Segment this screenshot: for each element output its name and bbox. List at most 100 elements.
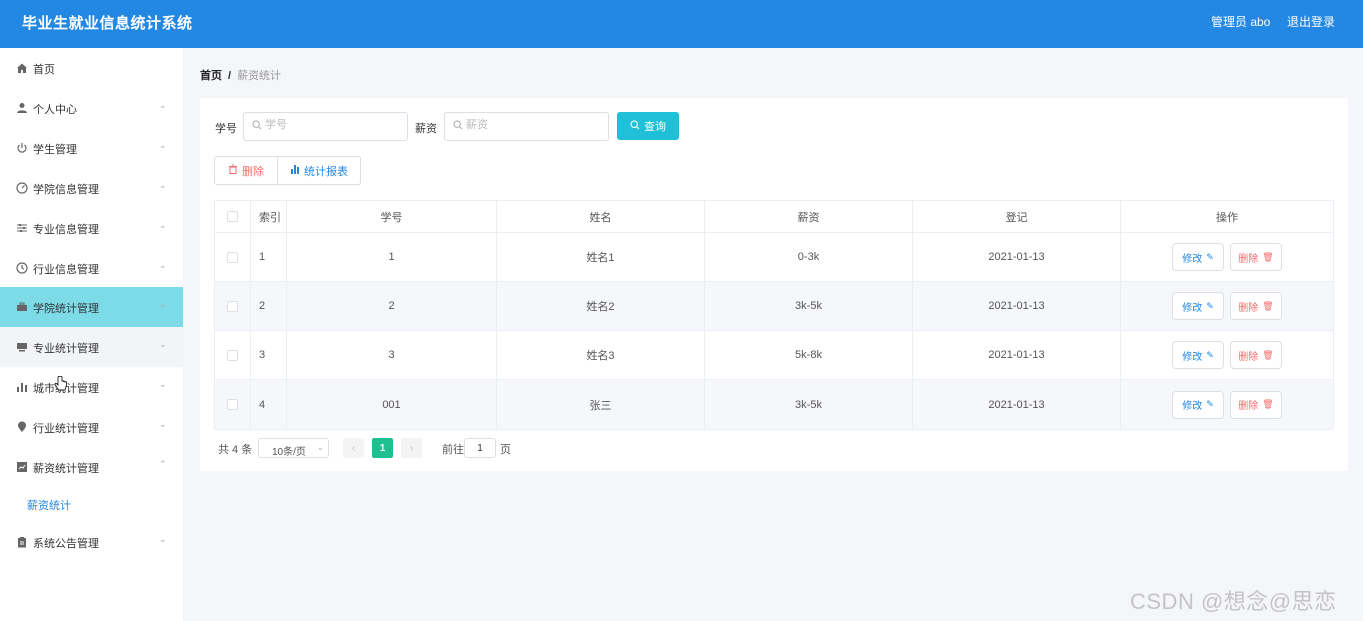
cell-salary: 5k-8k — [705, 331, 913, 379]
sidebar: 首页 个人中心 ⌄ 学生管理 ⌄ 学院信息管理 ⌄ 专业信息管理 ⌄ 行业信息管… — [0, 48, 183, 621]
cell-actions: 修改 ✎ 删除 🗑 — [1121, 233, 1333, 281]
watermark: CSDN @想念@思恋 — [1130, 589, 1337, 614]
sidebar-item-industry-stats[interactable]: 行业统计管理 ⌄ — [0, 407, 183, 447]
student-id-input[interactable] — [265, 119, 395, 131]
row-checkbox[interactable] — [227, 399, 238, 410]
bar-chart-icon — [15, 380, 29, 394]
sidebar-subitem-salary-stats[interactable]: 薪资统计 — [0, 487, 183, 521]
chevron-down-icon: ⌄ — [159, 534, 167, 544]
row-checkbox-cell — [215, 233, 251, 281]
header-salary: 薪资 — [705, 201, 913, 232]
edit-button[interactable]: 修改 ✎ — [1172, 341, 1224, 369]
page-size-select[interactable]: 10条/页 ⌄ — [258, 438, 329, 458]
delete-button[interactable]: 删除 🗑 — [1230, 390, 1282, 419]
clock-icon — [15, 261, 29, 275]
select-all-checkbox[interactable] — [227, 211, 238, 222]
next-page-button[interactable]: › — [401, 438, 422, 458]
delete-button[interactable]: 删除 🗑 — [1230, 243, 1282, 271]
edit-button[interactable]: 修改 ✎ — [1172, 243, 1224, 271]
trash-icon: 🗑 — [1262, 399, 1274, 409]
monitor-icon — [15, 340, 29, 354]
stats-report-button[interactable]: 统计报表 — [278, 156, 361, 185]
pagination-total: 共 4 条 — [218, 444, 253, 456]
sidebar-item-student-management[interactable]: 学生管理 ⌄ — [0, 128, 183, 168]
edit-label: 修改 — [1182, 302, 1203, 314]
sidebar-item-college-info[interactable]: 学院信息管理 ⌄ — [0, 168, 183, 208]
table-row: 4 001 张三 3k-5k 2021-01-13 修改 ✎ 删除 🗑 — [215, 380, 1333, 429]
home-icon — [15, 61, 29, 75]
student-id-field[interactable] — [243, 112, 408, 141]
edit-button[interactable]: 修改 ✎ — [1172, 292, 1224, 320]
chevron-down-icon: ⌄ — [159, 419, 167, 429]
cell-index: 2 — [251, 282, 287, 330]
delete-label: 删除 — [1238, 351, 1259, 363]
sidebar-item-city-stats[interactable]: 城市统计管理 ⌄ — [0, 367, 183, 407]
sidebar-item-label: 系统公告管理 — [33, 538, 99, 550]
student-id-label: 学号 — [215, 123, 237, 135]
chevron-down-icon: ⌄ — [159, 180, 167, 190]
sidebar-item-major-info[interactable]: 专业信息管理 ⌄ — [0, 208, 183, 248]
sidebar-subitem-label: 薪资统计 — [27, 500, 71, 512]
sidebar-item-label: 个人中心 — [33, 104, 77, 116]
page-number-current[interactable]: 1 — [372, 438, 393, 458]
sidebar-item-major-stats[interactable]: 专业统计管理 ⌄ — [0, 327, 183, 367]
clipboard-icon — [15, 535, 29, 549]
chevron-down-icon: ⌄ — [159, 299, 167, 309]
goto-page-input[interactable] — [464, 438, 496, 458]
header-index: 索引 — [251, 201, 287, 232]
sidebar-item-salary-stats[interactable]: 薪资统计管理 ⌃ — [0, 447, 183, 487]
salary-input[interactable] — [466, 119, 596, 131]
delete-button[interactable]: 删除 🗑 — [1230, 292, 1282, 320]
cell-index: 3 — [251, 331, 287, 379]
row-checkbox[interactable] — [227, 300, 238, 312]
sidebar-item-label: 学院统计管理 — [33, 303, 99, 315]
sidebar-item-college-stats[interactable]: 学院统计管理 ⌄ — [0, 287, 183, 327]
search-icon — [453, 120, 463, 133]
trash-icon — [228, 164, 238, 177]
sidebar-item-announcements[interactable]: 系统公告管理 ⌄ — [0, 522, 183, 562]
row-checkbox[interactable] — [227, 349, 238, 361]
header-checkbox-cell — [215, 201, 251, 232]
query-button[interactable]: 查询 — [617, 112, 679, 140]
row-checkbox[interactable] — [227, 251, 238, 263]
trend-chart-icon — [15, 460, 29, 474]
briefcase-icon — [15, 300, 29, 314]
sidebar-item-personal-center[interactable]: 个人中心 ⌄ — [0, 88, 183, 128]
breadcrumb-home[interactable]: 首页 — [200, 70, 222, 82]
header-date: 登记 — [913, 201, 1121, 232]
edit-button[interactable]: 修改 ✎ — [1172, 390, 1224, 419]
batch-delete-button[interactable]: 删除 — [214, 156, 278, 185]
cell-date: 2021-01-13 — [913, 282, 1121, 330]
cell-name: 姓名1 — [497, 233, 705, 281]
delete-label: 删除 — [1238, 253, 1259, 265]
sidebar-item-label: 学院信息管理 — [33, 184, 99, 196]
chevron-right-icon: › — [409, 442, 414, 454]
salary-field[interactable] — [444, 112, 609, 141]
delete-label: 删除 — [1238, 401, 1259, 412]
hand-cursor-icon — [54, 375, 68, 398]
logout-link[interactable]: 退出登录 — [1287, 13, 1335, 30]
sidebar-item-home[interactable]: 首页 — [0, 48, 183, 88]
cell-actions: 修改 ✎ 删除 🗑 — [1121, 380, 1333, 429]
sliders-icon — [15, 221, 29, 235]
cell-salary: 0-3k — [705, 233, 913, 281]
current-user[interactable]: 管理员 abo — [1211, 13, 1270, 30]
trash-icon: 🗑 — [1262, 300, 1274, 311]
breadcrumb-current: 薪资统计 — [237, 70, 282, 82]
cell-student-id: 2 — [287, 282, 497, 330]
edit-icon: ✎ — [1206, 349, 1214, 360]
delete-button[interactable]: 删除 🗑 — [1230, 341, 1282, 369]
edit-icon: ✎ — [1206, 399, 1214, 409]
chevron-down-icon: ⌄ — [159, 260, 167, 270]
table-header-row: 索引 学号 姓名 薪资 登记 操作 — [215, 201, 1333, 233]
chevron-down-icon: ⌄ — [159, 140, 167, 150]
edit-icon: ✎ — [1206, 300, 1214, 311]
edit-label: 修改 — [1182, 253, 1203, 265]
chevron-down-icon: ⌄ — [317, 443, 324, 452]
table-row: 3 3 姓名3 5k-8k 2021-01-13 修改 ✎ 删除 🗑 — [215, 331, 1333, 380]
prev-page-button[interactable]: ‹ — [343, 438, 364, 458]
chevron-left-icon: ‹ — [351, 442, 356, 454]
sidebar-item-label: 专业信息管理 — [33, 224, 99, 236]
query-button-label: 查询 — [644, 121, 666, 133]
sidebar-item-industry-info[interactable]: 行业信息管理 ⌄ — [0, 248, 183, 288]
